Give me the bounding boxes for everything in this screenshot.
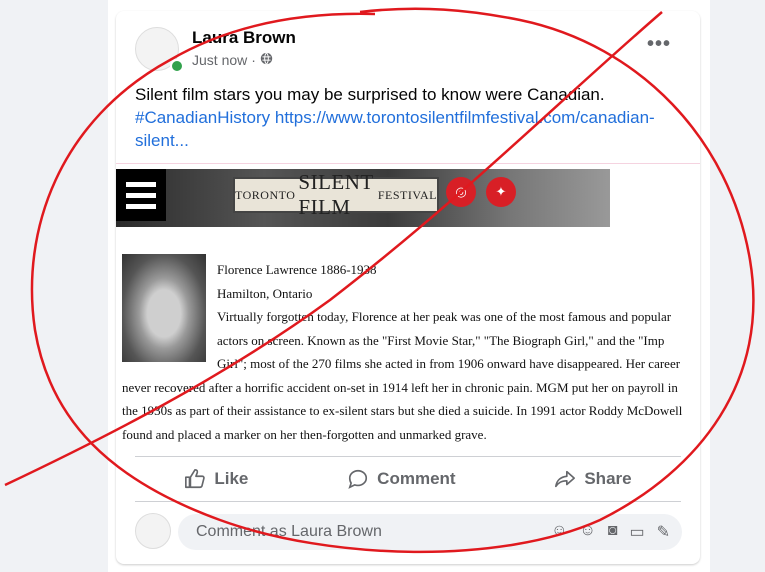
menu-icon[interactable] xyxy=(116,169,166,221)
like-icon xyxy=(184,468,206,490)
commenter-avatar[interactable] xyxy=(135,513,171,549)
comment-input[interactable] xyxy=(194,522,552,542)
online-status-dot xyxy=(170,59,184,73)
post-timestamp[interactable]: Just now xyxy=(192,52,247,68)
like-label: Like xyxy=(214,469,249,488)
camera-icon[interactable]: ◙ xyxy=(608,522,618,542)
feed-gutter-left xyxy=(0,0,108,572)
share-label: Share xyxy=(584,469,632,488)
bio-line: never recovered after a horrific acciden… xyxy=(122,379,678,395)
bio-line: Girl"; most of the 270 films she acted i… xyxy=(217,356,681,371)
post-actions: Like Comment Share xyxy=(135,456,681,502)
globe-icon xyxy=(260,52,273,68)
hashtag-link[interactable]: #CanadianHistory xyxy=(135,108,270,127)
more-options-button[interactable]: ••• xyxy=(647,33,671,56)
preview-divider xyxy=(116,163,700,164)
bio-line: the 1930s as part of their assistance to… xyxy=(122,403,683,418)
comment-icon xyxy=(347,468,369,490)
comment-box: ☺ ☺ ◙ ▭ ✎ xyxy=(178,514,682,550)
post-meta: Just now · xyxy=(192,52,273,68)
logo-text-silent-film: SILENT FILM xyxy=(298,170,374,219)
comment-label: Comment xyxy=(377,469,456,488)
bio-place: Hamilton, Ontario xyxy=(217,285,313,301)
logo-text-festival: FESTIVAL xyxy=(377,187,437,202)
post-card: Laura Brown Just now · ••• Silent film s… xyxy=(116,11,700,564)
author-name[interactable]: Laura Brown xyxy=(192,28,296,48)
share-button[interactable]: Share xyxy=(554,468,632,490)
twitter-icon[interactable]: ✦ xyxy=(486,177,516,207)
bio-name: Florence Lawrence 1886-1938 xyxy=(217,262,377,277)
bio-line: actors on screen. Known as the "First Mo… xyxy=(217,332,665,348)
post-text: Silent film stars you may be surprised t… xyxy=(135,83,685,152)
share-icon xyxy=(554,468,576,490)
bio-line: Virtually forgotten today, Florence at h… xyxy=(217,309,672,324)
like-button[interactable]: Like xyxy=(184,468,248,490)
gif-icon[interactable]: ▭ xyxy=(629,522,644,542)
festival-logo: TORONTO SILENT FILM FESTIVAL xyxy=(233,170,439,219)
bio-text: Florence Lawrence 1886-1938 Hamilton, On… xyxy=(122,258,700,446)
comment-tools: ☺ ☺ ◙ ▭ ✎ xyxy=(551,522,670,542)
sticker-icon[interactable]: ✎ xyxy=(657,522,670,542)
post-body: Silent film stars you may be surprised t… xyxy=(135,85,605,104)
emoji-icon[interactable]: ☺ xyxy=(579,522,595,542)
comment-button[interactable]: Comment xyxy=(347,468,456,490)
logo-text-toronto: TORONTO xyxy=(235,187,296,202)
instagram-icon[interactable]: ◎ xyxy=(446,177,476,207)
avatar-sticker-icon[interactable]: ☺ xyxy=(551,522,567,542)
festival-banner[interactable]: TORONTO SILENT FILM FESTIVAL ◎ ✦ xyxy=(116,169,610,227)
feed-gutter-right xyxy=(710,0,765,572)
bio-line: found and placed a marker on her then-fo… xyxy=(122,426,487,442)
